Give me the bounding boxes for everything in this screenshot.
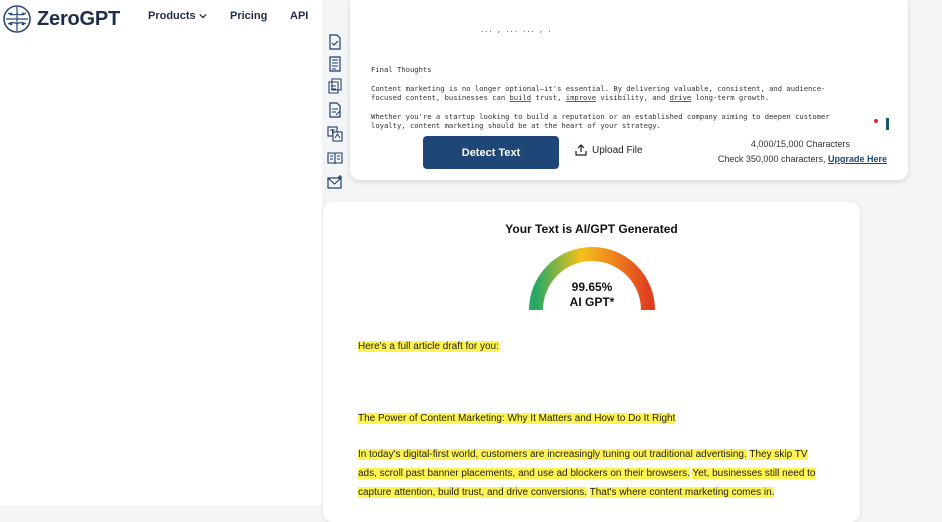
nav-api-label: API	[290, 10, 309, 22]
nav-pricing-label: Pricing	[230, 10, 268, 22]
document-stack-icon[interactable]	[327, 78, 343, 94]
editor-paragraph1-line2: focused content, businesses can build tr…	[371, 93, 769, 103]
editor-text-segment: long-term growth.	[691, 93, 770, 102]
highlighted-article-title: The Power of Content Marketing: Why It M…	[358, 409, 818, 428]
ai-highlight: In today's digital-first world, customer…	[358, 449, 747, 460]
ai-highlight: Here's a full article draft for you:	[358, 341, 499, 352]
editor-text-segment: trust,	[531, 93, 566, 102]
scrollbar-thumb[interactable]	[886, 118, 889, 130]
highlighted-intro: Here's a full article draft for you:	[358, 337, 818, 356]
nav-products-label: Products	[148, 10, 196, 22]
detect-text-button[interactable]: Detect Text	[423, 136, 559, 169]
result-title: Your Text is AI/GPT Generated	[505, 222, 678, 236]
document-edit-icon[interactable]	[327, 102, 343, 118]
upload-icon	[575, 144, 587, 156]
document-lines-icon[interactable]	[327, 56, 343, 72]
upgrade-link[interactable]: Upgrade Here	[828, 154, 887, 164]
status-dot	[874, 119, 878, 123]
editor-paragraph2-line2: loyalty, content marketing should be at …	[371, 121, 661, 130]
editor-text-segment: focused content, businesses can	[371, 93, 510, 102]
upgrade-notice: Check 350,000 characters, Upgrade Here	[718, 154, 887, 164]
mail-icon[interactable]	[327, 174, 343, 190]
upload-file-label: Upload File	[592, 144, 643, 156]
nav-pricing[interactable]: Pricing	[230, 10, 267, 22]
character-count: 4,000/15,000 Characters	[750, 139, 850, 149]
translate-icon[interactable]	[327, 126, 343, 142]
editor-partial-line: ... , ... ... , .	[480, 26, 552, 34]
brand-name: ZeroGPT	[37, 7, 121, 30]
brain-logo-icon	[3, 5, 31, 33]
ai-score-value: 99.65% AI GPT*	[528, 280, 656, 310]
text-input-panel[interactable]: ... , ... ... , . Final Thoughts Content…	[350, 0, 908, 180]
ai-highlight: The Power of Content Marketing: Why It M…	[358, 413, 676, 424]
upload-file-button[interactable]: Upload File	[575, 144, 643, 156]
upgrade-notice-text: Check 350,000 characters,	[717, 154, 828, 164]
left-background	[0, 0, 322, 505]
spell-underline-drive[interactable]: drive	[670, 93, 692, 102]
result-panel: Your Text is AI/GPT Generated 99.65% AI …	[323, 202, 860, 522]
chevron-down-icon	[199, 13, 207, 19]
editor-final-heading: Final Thoughts	[371, 65, 432, 74]
ai-score-percent: 99.65%	[571, 280, 613, 294]
editor-text-segment: visibility, and	[596, 93, 670, 102]
spell-underline-build[interactable]: build	[509, 93, 531, 102]
spell-underline-improve[interactable]: improve	[566, 93, 596, 102]
highlighted-paragraph: In today's digital-first world, customer…	[358, 445, 818, 502]
ai-score-label: AI GPT*	[569, 295, 615, 309]
document-check-icon[interactable]	[327, 34, 343, 50]
nav-products[interactable]: Products	[148, 10, 207, 22]
book-icon[interactable]	[327, 150, 343, 166]
brand-logo[interactable]: ZeroGPT	[2, 4, 120, 34]
nav-api[interactable]: API	[290, 10, 308, 22]
ai-highlight: That's where content marketing comes in.	[589, 487, 775, 498]
